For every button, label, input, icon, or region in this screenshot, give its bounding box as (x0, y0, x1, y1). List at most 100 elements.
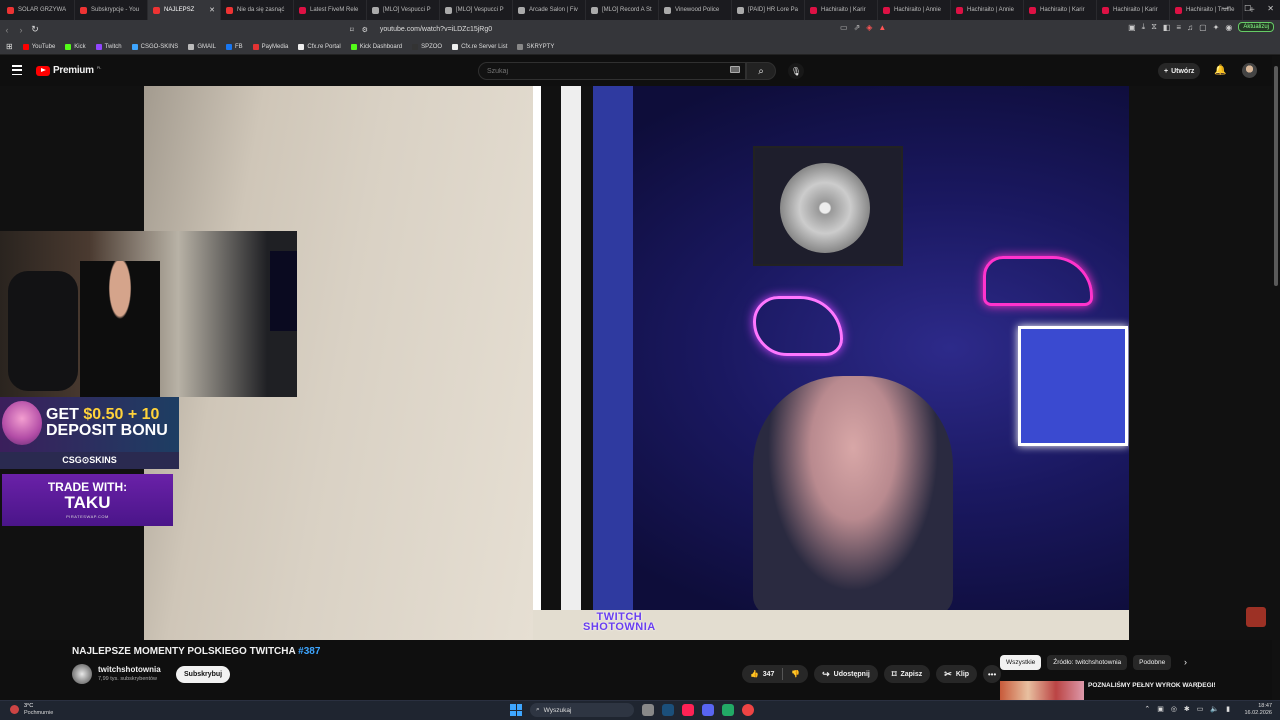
discord-icon[interactable] (702, 704, 714, 716)
close-window-icon[interactable]: ✕ (1267, 4, 1274, 13)
search-button[interactable]: ⌕ (746, 62, 776, 80)
filter-chip[interactable]: Wszystkie (1000, 655, 1042, 670)
minimize-icon[interactable]: ─ (1222, 4, 1228, 13)
sidebar-toggle-icon[interactable]: ◧ (1163, 23, 1171, 32)
window-icon[interactable]: ▢ (1199, 23, 1207, 32)
bookmark-item[interactable]: Cfx.re Portal (298, 43, 341, 50)
update-button[interactable]: Aktualizuj (1238, 22, 1274, 32)
tray-overflow-icon[interactable]: ⌃ (1144, 705, 1150, 713)
reload-icon[interactable]: ↻ (28, 24, 42, 35)
bookmark-item[interactable]: Twitch (95, 43, 122, 50)
page-scrollbar[interactable] (1272, 56, 1280, 700)
recommended-title[interactable]: POZNALIŚMY PEŁNY WYROK WARDEGI! (1088, 681, 1258, 690)
channel-name[interactable]: twitchshotownia (98, 665, 161, 674)
like-button[interactable]: 👍 347 (742, 665, 782, 683)
weather-widget[interactable]: 3°C Pochmurnie (10, 703, 53, 717)
fivem-icon[interactable] (742, 704, 754, 716)
channel-branding-icon[interactable] (1246, 607, 1266, 627)
hamburger-menu-icon[interactable] (12, 65, 22, 75)
rewards-icon[interactable]: ▲ (878, 23, 886, 32)
more-actions-button[interactable]: ••• (983, 665, 1002, 683)
browser-tab[interactable]: Vinewood Police (659, 0, 732, 20)
download-icon[interactable]: ⤓ (1142, 22, 1146, 32)
browser-tab[interactable]: Hachiraito | Karir (805, 0, 878, 20)
channel-avatar[interactable] (72, 664, 92, 684)
bookmark-item[interactable]: GMAIL (188, 43, 216, 50)
apps-grid-icon[interactable]: ⊞ (6, 42, 13, 51)
bookmark-item[interactable]: SPZOO (412, 43, 442, 50)
xbox-icon[interactable] (722, 704, 734, 716)
bookmark-item[interactable]: SKRYPTY (517, 43, 554, 50)
windows-start-icon[interactable] (510, 704, 522, 716)
scrollbar-thumb[interactable] (1274, 66, 1278, 286)
recommended-more-icon[interactable]: ⋮ (1194, 681, 1202, 690)
bookmark-item[interactable]: Cfx.re Server List (452, 43, 507, 50)
tab-close-icon[interactable]: ✕ (209, 6, 215, 14)
wallet-icon[interactable]: ▣ (1128, 23, 1136, 32)
filter-chip[interactable]: Podobne (1133, 655, 1172, 670)
reading-list-icon[interactable]: ≡ (1176, 23, 1181, 32)
bookmark-item[interactable]: Kick Dashboard (350, 43, 402, 50)
recommended-video-item[interactable]: POZNALIŚMY PEŁNY WYROK WARDEGI! ⋮ (1000, 681, 1272, 701)
dislike-button[interactable]: 👎 (783, 665, 808, 683)
site-info-icon[interactable]: ⚙ (362, 26, 368, 34)
taskbar-clock[interactable]: 18:47 16.02.2026 (1244, 703, 1272, 717)
browser-tab[interactable]: Hachiraito | Annie (878, 0, 951, 20)
browser-tab[interactable]: Latest FiveM Rele (294, 0, 367, 20)
youtube-premium-logo[interactable]: Premium PL (36, 65, 101, 76)
steam-icon[interactable] (662, 704, 674, 716)
bookmark-item[interactable]: YouTube (22, 43, 55, 50)
chevron-right-icon[interactable]: › (1184, 657, 1187, 667)
notifications-bell-icon[interactable]: 🔔 (1214, 65, 1226, 76)
browser-tab[interactable]: [PAID] HR Lore Pa (732, 0, 805, 20)
clip-button[interactable]: ✂ Klip (936, 665, 978, 683)
taskbar-search[interactable]: ⌕ Wyszukaj (530, 703, 634, 717)
share-button[interactable]: ↪ Udostępnij (814, 665, 878, 683)
browser-tab[interactable]: Hachiraito | Annie (951, 0, 1024, 20)
keyboard-icon[interactable] (730, 66, 740, 73)
account-avatar[interactable] (1242, 63, 1257, 78)
browser-tab[interactable]: Arcade Salon | Fiv (513, 0, 586, 20)
browser-tab[interactable]: [MLO] Record A St (586, 0, 659, 20)
tray-display-icon[interactable]: ▭ (1197, 705, 1204, 713)
create-button[interactable]: + Utwórz (1158, 63, 1201, 79)
tray-speaker-icon[interactable]: 🔈 (1210, 705, 1219, 713)
forward-icon[interactable]: › (14, 25, 28, 35)
browser-tab[interactable]: Hachiraito | Karir (1097, 0, 1170, 20)
media-icon[interactable]: ♫ (1187, 23, 1193, 32)
address-bar[interactable]: ⌑ ⚙ youtube.com/watch?v=iLDZc15jRg0 (350, 22, 910, 37)
cast-icon[interactable]: ▭ (840, 23, 848, 32)
maximize-icon[interactable]: ☐ (1244, 4, 1251, 13)
url-text[interactable]: youtube.com/watch?v=iLDZc15jRg0 (380, 26, 492, 33)
bookmark-item[interactable]: Kick (65, 43, 86, 50)
tray-app-icon[interactable]: ▣ (1157, 705, 1164, 713)
filter-chip[interactable]: Źródło: twitchshotownia (1047, 655, 1128, 670)
tray-network-icon[interactable]: ◎ (1171, 705, 1177, 713)
extensions-icon[interactable]: ✦ (1213, 23, 1220, 32)
share-page-icon[interactable]: ⇗ (854, 23, 861, 32)
browser-tab[interactable]: [MLO] Vespucci P (440, 0, 513, 20)
bookmark-item[interactable]: CSGO-SKINS (131, 43, 178, 50)
voice-search-button[interactable]: 🎙 (788, 63, 804, 79)
browser-tab[interactable]: NAJLEPSZ ✕ (148, 0, 221, 20)
vpn-icon[interactable]: ◉ (1225, 23, 1232, 32)
recommended-thumbnail[interactable] (1000, 681, 1084, 701)
history-icon[interactable]: ⧖ (1151, 22, 1157, 32)
back-icon[interactable]: ‹ (0, 25, 14, 35)
save-button[interactable]: ⌑ Zapisz (883, 665, 931, 683)
file-explorer-icon[interactable] (642, 704, 654, 716)
browser-tab[interactable]: [MLO] Vespucci P (367, 0, 440, 20)
brave-icon[interactable] (682, 704, 694, 716)
browser-tab[interactable]: Nie da się zasnąć (221, 0, 294, 20)
video-hashtag-link[interactable]: #387 (298, 646, 320, 657)
bookmark-item[interactable]: PayMedia (252, 43, 288, 50)
browser-tab[interactable]: Hachiraito | Karir (1024, 0, 1097, 20)
bookmark-page-icon[interactable]: ⌑ (350, 26, 354, 34)
tray-battery-icon[interactable]: ▮ (1226, 705, 1230, 713)
brave-shield-icon[interactable]: ◈ (866, 23, 872, 32)
browser-tab[interactable]: Subskrypcje - You (75, 0, 148, 20)
bookmark-item[interactable]: FB (226, 43, 243, 50)
search-input[interactable] (478, 62, 746, 80)
browser-tab[interactable]: SOLAR GRZYWA (2, 0, 75, 20)
subscribe-button[interactable]: Subskrybuj (176, 666, 231, 683)
